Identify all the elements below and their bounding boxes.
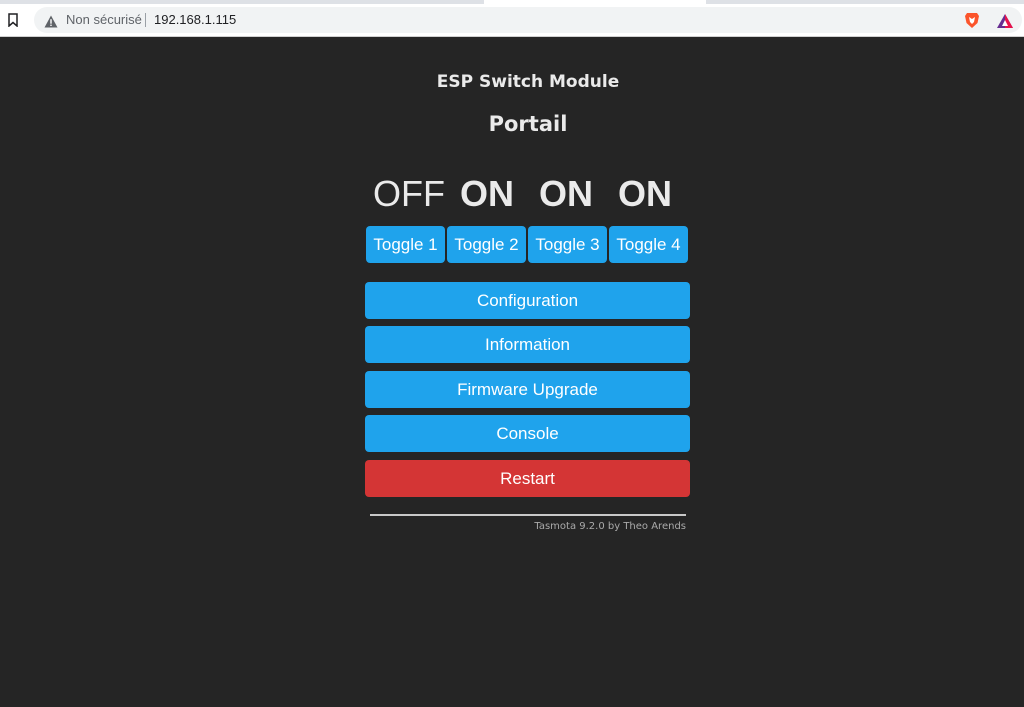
relay-4-state: ON — [618, 173, 672, 214]
toggle-2-button[interactable]: Toggle 2 — [447, 226, 526, 263]
address-bar[interactable]: Non sécurisé 192.168.1.115 — [34, 7, 1022, 33]
information-button[interactable]: Information — [365, 326, 690, 363]
console-button[interactable]: Console — [365, 415, 690, 452]
address-separator — [145, 13, 146, 27]
relay-1-state: OFF — [373, 173, 445, 214]
brave-rewards-icon[interactable] — [996, 13, 1014, 29]
toggle-1-button[interactable]: Toggle 1 — [366, 226, 445, 263]
bookmark-icon[interactable] — [8, 12, 18, 28]
security-status-label[interactable]: Non sécurisé — [66, 12, 142, 27]
footer-divider — [370, 514, 686, 516]
device-name: Portail — [488, 112, 568, 136]
url-text[interactable]: 192.168.1.115 — [154, 12, 236, 27]
brave-shield-icon[interactable] — [964, 12, 980, 29]
configuration-button[interactable]: Configuration — [365, 282, 690, 319]
footer-credit-link[interactable]: Tasmota 9.2.0 by Theo Arends — [370, 521, 686, 532]
firmware-upgrade-button[interactable]: Firmware Upgrade — [365, 371, 690, 408]
module-title: ESP Switch Module — [436, 72, 620, 92]
toggle-4-button[interactable]: Toggle 4 — [609, 226, 688, 263]
page-content: ESP Switch Module Portail OFF ON ON ON T… — [0, 37, 1024, 707]
restart-button[interactable]: Restart — [365, 460, 690, 497]
toggle-row: Toggle 1 Toggle 2 Toggle 3 Toggle 4 — [366, 226, 690, 264]
warning-icon[interactable] — [44, 13, 58, 28]
relay-3-state: ON — [539, 173, 593, 214]
relay-state-row: OFF ON ON ON — [366, 173, 690, 215]
browser-toolbar: Non sécurisé 192.168.1.115 — [0, 4, 1024, 37]
relay-2-state: ON — [460, 173, 514, 214]
toggle-3-button[interactable]: Toggle 3 — [528, 226, 607, 263]
